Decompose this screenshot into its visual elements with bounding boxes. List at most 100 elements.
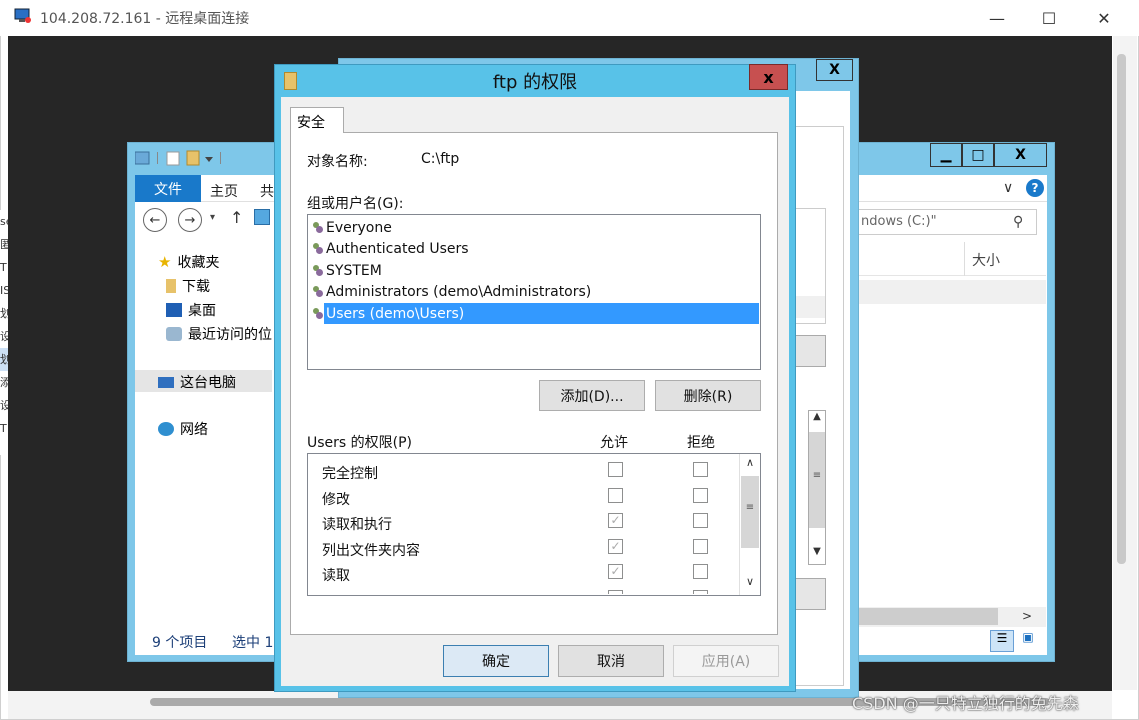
back-arrow-icon[interactable]: ←: [143, 208, 167, 232]
computer-icon: [158, 376, 174, 388]
permission-row: 修改: [310, 487, 738, 510]
deny-checkbox[interactable]: [693, 538, 708, 554]
permission-row: 完全控制: [310, 462, 738, 484]
status-item-count: 9 个项目: [152, 635, 208, 651]
explorer-horizontal-scroll-thumb[interactable]: [858, 608, 998, 625]
dialog-title: ftp 的权限: [492, 72, 578, 93]
explorer-maximize-button[interactable]: □: [962, 143, 994, 167]
up-arrow-icon[interactable]: ↑: [230, 208, 243, 227]
nav-item-this-pc[interactable]: 这台电脑: [158, 372, 236, 392]
allow-checkbox[interactable]: ✓: [608, 538, 623, 554]
add-button[interactable]: 添加(D)...: [539, 380, 645, 411]
user-name: Everyone: [326, 219, 392, 236]
explorer-minimize-button[interactable]: ▁: [930, 143, 962, 167]
search-icon[interactable]: ⚲: [1013, 214, 1023, 230]
ribbon-expand-chevron-icon[interactable]: ∨: [1003, 180, 1013, 196]
file-row-highlight[interactable]: [858, 280, 1046, 304]
allow-checkbox[interactable]: ✓: [608, 513, 623, 529]
allow-checkbox[interactable]: [608, 590, 623, 594]
nav-item-desktop[interactable]: 桌面: [166, 300, 216, 320]
dialog-close-button[interactable]: x: [749, 64, 788, 90]
tab-home[interactable]: 主页: [210, 181, 238, 201]
rdp-close-button[interactable]: ✕: [1076, 0, 1132, 36]
quick-access-toolbar[interactable]: [134, 148, 265, 168]
scroll-down-arrow-icon[interactable]: ∨: [741, 575, 759, 593]
permissions-scroll-thumb[interactable]: ≡: [741, 476, 759, 548]
deny-checkbox[interactable]: [693, 590, 708, 594]
scroll-right-arrow-icon[interactable]: >: [1022, 609, 1032, 623]
nav-item-label: 下载: [182, 279, 210, 295]
list-item[interactable]: SYSTEM: [312, 260, 382, 281]
nav-item-favorites[interactable]: ★ 收藏夹: [158, 252, 219, 272]
status-selected-count: 选中 1: [232, 635, 274, 651]
list-item[interactable]: Administrators (demo\Administrators): [312, 281, 591, 302]
user-group-icon: [312, 307, 324, 320]
user-group-icon: [312, 264, 324, 277]
nav-item-downloads[interactable]: 下载: [166, 276, 210, 296]
strip-text: IS: [0, 284, 8, 297]
nav-item-label: 最近访问的位: [188, 327, 272, 343]
user-group-icon: [312, 285, 324, 298]
list-item[interactable]: Authenticated Users: [312, 238, 469, 259]
column-header-size[interactable]: 大小: [972, 250, 1000, 270]
explorer-close-button[interactable]: X: [994, 143, 1047, 167]
network-icon: [158, 422, 174, 436]
nav-item-network[interactable]: 网络: [158, 419, 208, 439]
strip-text: 设: [0, 330, 8, 343]
nav-item-label: 这台电脑: [180, 375, 236, 391]
scroll-up-arrow-icon[interactable]: ∧: [741, 456, 759, 474]
strip-text: 添: [0, 376, 8, 389]
user-name: Administrators (demo\Administrators): [326, 283, 592, 300]
deny-checkbox[interactable]: [693, 513, 708, 529]
list-item[interactable]: Everyone: [312, 217, 392, 238]
tab-security[interactable]: 安全: [290, 107, 344, 133]
help-icon[interactable]: ?: [1026, 179, 1044, 197]
scroll-down-arrow-icon[interactable]: ▼: [809, 546, 825, 564]
rdp-minimize-button[interactable]: —: [969, 0, 1025, 36]
allow-checkbox[interactable]: [608, 462, 623, 477]
allow-checkbox[interactable]: [608, 487, 623, 503]
rdp-maximize-button[interactable]: ☐: [1021, 0, 1077, 36]
this-pc-icon: [254, 209, 270, 225]
allow-column-label: 允许: [600, 435, 628, 451]
permissions-label: Users 的权限(P): [307, 435, 413, 451]
strip-text: se: [0, 215, 8, 228]
desktop-icon: [166, 303, 182, 317]
properties-scroll-thumb[interactable]: ≡: [809, 432, 825, 528]
scroll-up-arrow-icon[interactable]: ▲: [809, 411, 825, 429]
permission-name: 读取和执行: [322, 517, 392, 534]
chevron-down-icon[interactable]: ▾: [210, 212, 215, 223]
rdp-window-title: 104.208.72.161 - 远程桌面连接: [40, 11, 250, 27]
strip-text: 划: [0, 348, 8, 371]
deny-checkbox[interactable]: [693, 462, 708, 477]
list-item-selected[interactable]: Users (demo\Users): [324, 303, 759, 324]
star-icon: ★: [158, 253, 172, 271]
tab-share[interactable]: 共: [260, 181, 274, 201]
remove-button[interactable]: 删除(R): [655, 380, 761, 411]
properties-close-button[interactable]: X: [816, 59, 853, 81]
strip-text: 匿: [0, 238, 8, 251]
user-group-icon: [312, 242, 324, 255]
deny-checkbox[interactable]: [693, 487, 708, 503]
rdp-vertical-scroll-thumb[interactable]: [1117, 54, 1126, 564]
forward-arrow-icon[interactable]: →: [178, 208, 202, 232]
download-folder-icon: [166, 279, 176, 293]
permission-row: 写入: [310, 590, 738, 594]
ok-button[interactable]: 确定: [443, 645, 549, 677]
apply-button[interactable]: 应用(A): [673, 645, 779, 677]
nav-item-recent[interactable]: 最近访问的位: [166, 324, 272, 344]
column-separator[interactable]: [964, 242, 965, 276]
large-icons-view-icon[interactable]: ▣: [1017, 630, 1039, 652]
deny-checkbox[interactable]: [693, 564, 708, 580]
search-input[interactable]: ndows (C:)": [852, 209, 1037, 235]
tab-file[interactable]: 文件: [135, 175, 201, 202]
column-header-row: [858, 242, 1046, 276]
strip-text: 划: [0, 307, 8, 320]
details-view-icon[interactable]: ☰: [990, 630, 1014, 652]
groups-users-label: 组或用户名(G):: [307, 196, 404, 212]
local-app-strip: se 匿 T IS 划 设 划 添 设 T: [0, 210, 8, 455]
csdn-watermark: CSDN @一只特立独行的兔先森: [852, 694, 1079, 713]
cancel-button[interactable]: 取消: [558, 645, 664, 677]
rdp-app-icon: [14, 8, 32, 24]
allow-checkbox[interactable]: ✓: [608, 564, 623, 580]
